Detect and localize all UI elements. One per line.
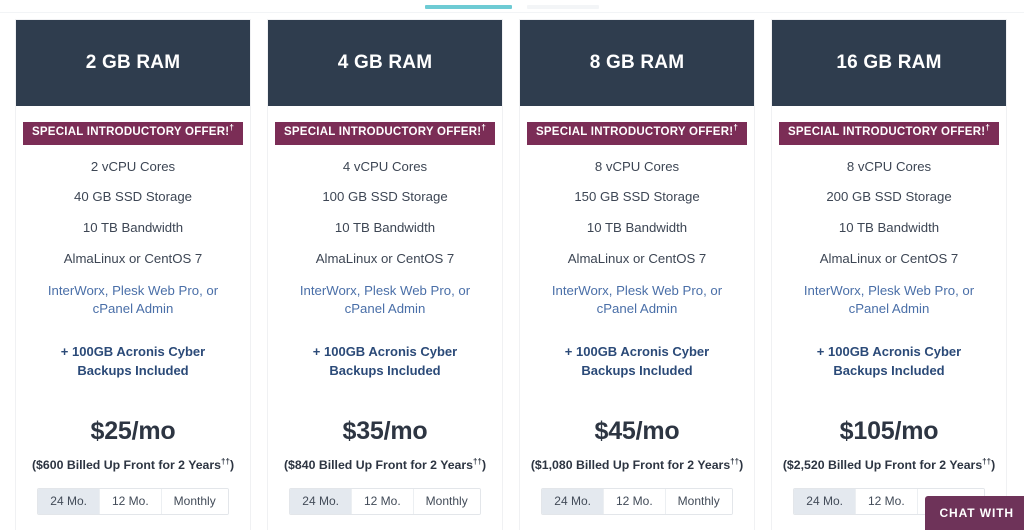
billed-note-text: ($840 Billed Up Front for 2 Years xyxy=(283,458,474,473)
offer-badge-footnote: † xyxy=(985,123,991,133)
feature-os: AlmaLinux or CentOS 7 xyxy=(63,250,203,266)
pricing-card: 2 GB RAM SPECIAL INTRODUCTORY OFFER!† 2 … xyxy=(16,20,250,530)
plan-price: $35/mo xyxy=(342,417,428,446)
term-option-12mo[interactable]: 12 Mo. xyxy=(99,489,162,515)
billed-note-close: ) xyxy=(739,458,744,473)
feature-control-panel-link[interactable]: InterWorx, Plesk Web Pro, or cPanel Admi… xyxy=(26,282,240,318)
billed-note: ($840 Billed Up Front for 2 Years††) xyxy=(283,456,487,473)
feature-storage: 150 GB SSD Storage xyxy=(574,189,700,205)
feature-bandwidth: 10 TB Bandwidth xyxy=(838,220,940,236)
feature-cpu: 8 vCPU Cores xyxy=(594,158,680,174)
billed-note-text: ($600 Billed Up Front for 2 Years xyxy=(31,458,222,473)
feature-os: AlmaLinux or CentOS 7 xyxy=(315,250,455,266)
offer-badge-footnote: † xyxy=(481,123,487,133)
pricing-card: 4 GB RAM SPECIAL INTRODUCTORY OFFER!† 4 … xyxy=(268,20,502,530)
billed-note-close: ) xyxy=(991,458,996,473)
term-option-12mo[interactable]: 12 Mo. xyxy=(351,489,414,515)
billing-term-toggle[interactable]: 24 Mo. 12 Mo. Monthly xyxy=(37,488,229,516)
feature-backup-bonus[interactable]: + 100GB Acronis Cyber Backups Included xyxy=(278,343,492,381)
plan-title: 4 GB RAM xyxy=(337,52,433,73)
feature-backup-bonus[interactable]: + 100GB Acronis Cyber Backups Included xyxy=(530,343,744,381)
term-option-24mo[interactable]: 24 Mo. xyxy=(794,489,856,515)
term-option-24mo[interactable]: 24 Mo. xyxy=(542,489,604,515)
feature-bandwidth: 10 TB Bandwidth xyxy=(586,220,688,236)
plan-price: $45/mo xyxy=(594,417,680,446)
card-header: 16 GB RAM xyxy=(772,20,1006,106)
offer-badge-footnote: † xyxy=(229,123,235,133)
pricing-card: 16 GB RAM SPECIAL INTRODUCTORY OFFER!† 8… xyxy=(772,20,1006,530)
card-header: 8 GB RAM xyxy=(520,20,754,106)
card-header: 4 GB RAM xyxy=(268,20,502,106)
plan-title: 2 GB RAM xyxy=(85,52,181,73)
feature-control-panel-link[interactable]: InterWorx, Plesk Web Pro, or cPanel Admi… xyxy=(782,282,996,318)
card-body: SPECIAL INTRODUCTORY OFFER!† 8 vCPU Core… xyxy=(520,106,754,530)
term-option-24mo[interactable]: 24 Mo. xyxy=(38,489,100,515)
term-option-monthly[interactable]: Monthly xyxy=(665,489,732,515)
feature-bandwidth: 10 TB Bandwidth xyxy=(334,220,436,236)
billed-note: ($2,520 Billed Up Front for 2 Years††) xyxy=(782,456,996,473)
billed-note-footnote: †† xyxy=(221,456,230,466)
billed-note-text: ($1,080 Billed Up Front for 2 Years xyxy=(530,458,731,473)
plan-price: $25/mo xyxy=(90,417,176,446)
feature-backup-bonus[interactable]: + 100GB Acronis Cyber Backups Included xyxy=(782,343,996,381)
offer-badge-text: SPECIAL INTRODUCTORY OFFER! xyxy=(535,126,734,138)
plan-title: 8 GB RAM xyxy=(589,52,685,73)
chat-widget-button[interactable]: CHAT WITH xyxy=(925,496,1024,530)
billed-note-text: ($2,520 Billed Up Front for 2 Years xyxy=(782,458,983,473)
feature-storage: 200 GB SSD Storage xyxy=(826,189,952,205)
special-offer-badge: SPECIAL INTRODUCTORY OFFER!† xyxy=(274,122,496,145)
feature-control-panel-link[interactable]: InterWorx, Plesk Web Pro, or cPanel Admi… xyxy=(278,282,492,318)
pricing-card: 8 GB RAM SPECIAL INTRODUCTORY OFFER!† 8 … xyxy=(520,20,754,530)
billed-note: ($1,080 Billed Up Front for 2 Years††) xyxy=(530,456,744,473)
plan-title: 16 GB RAM xyxy=(836,52,942,73)
special-offer-badge: SPECIAL INTRODUCTORY OFFER!† xyxy=(526,122,748,145)
feature-bandwidth: 10 TB Bandwidth xyxy=(82,220,184,236)
card-body: SPECIAL INTRODUCTORY OFFER!† 8 vCPU Core… xyxy=(772,106,1006,530)
billed-note-footnote: †† xyxy=(730,456,740,466)
plan-price: $105/mo xyxy=(839,417,939,446)
tab-strip xyxy=(0,0,1024,13)
feature-os: AlmaLinux or CentOS 7 xyxy=(819,250,959,266)
pricing-page: 2 GB RAM SPECIAL INTRODUCTORY OFFER!† 2 … xyxy=(0,0,1024,530)
pricing-card-grid: 2 GB RAM SPECIAL INTRODUCTORY OFFER!† 2 … xyxy=(16,20,1008,530)
feature-cpu: 8 vCPU Cores xyxy=(846,158,932,174)
offer-badge-text: SPECIAL INTRODUCTORY OFFER! xyxy=(31,126,230,138)
offer-badge-text: SPECIAL INTRODUCTORY OFFER! xyxy=(787,126,986,138)
feature-cpu: 2 vCPU Cores xyxy=(90,158,176,174)
billing-term-toggle[interactable]: 24 Mo. 12 Mo. Monthly xyxy=(289,488,481,516)
term-option-12mo[interactable]: 12 Mo. xyxy=(603,489,666,515)
feature-control-panel-link[interactable]: InterWorx, Plesk Web Pro, or cPanel Admi… xyxy=(530,282,744,318)
card-body: SPECIAL INTRODUCTORY OFFER!† 2 vCPU Core… xyxy=(16,106,250,530)
special-offer-badge: SPECIAL INTRODUCTORY OFFER!† xyxy=(22,122,244,145)
card-header: 2 GB RAM xyxy=(16,20,250,106)
term-option-monthly[interactable]: Monthly xyxy=(413,489,480,515)
special-offer-badge: SPECIAL INTRODUCTORY OFFER!† xyxy=(778,122,1000,145)
feature-os: AlmaLinux or CentOS 7 xyxy=(567,250,707,266)
term-option-24mo[interactable]: 24 Mo. xyxy=(290,489,352,515)
term-option-monthly[interactable]: Monthly xyxy=(161,489,228,515)
billing-term-toggle[interactable]: 24 Mo. 12 Mo. Monthly xyxy=(541,488,733,516)
term-option-12mo[interactable]: 12 Mo. xyxy=(855,489,918,515)
feature-storage: 100 GB SSD Storage xyxy=(322,189,448,205)
active-tab-indicator[interactable] xyxy=(425,5,512,9)
billed-note-footnote: †† xyxy=(982,456,992,466)
billed-note-close: ) xyxy=(229,458,235,473)
offer-badge-text: SPECIAL INTRODUCTORY OFFER! xyxy=(283,126,482,138)
billed-note: ($600 Billed Up Front for 2 Years††) xyxy=(31,456,235,473)
inactive-tab-indicator[interactable] xyxy=(527,5,599,9)
chat-widget-label: CHAT WITH xyxy=(939,506,1014,520)
card-body: SPECIAL INTRODUCTORY OFFER!† 4 vCPU Core… xyxy=(268,106,502,530)
offer-badge-footnote: † xyxy=(733,123,739,133)
feature-backup-bonus[interactable]: + 100GB Acronis Cyber Backups Included xyxy=(26,343,240,381)
feature-cpu: 4 vCPU Cores xyxy=(342,158,428,174)
billed-note-close: ) xyxy=(481,458,487,473)
feature-storage: 40 GB SSD Storage xyxy=(73,189,193,205)
billed-note-footnote: †† xyxy=(473,456,482,466)
